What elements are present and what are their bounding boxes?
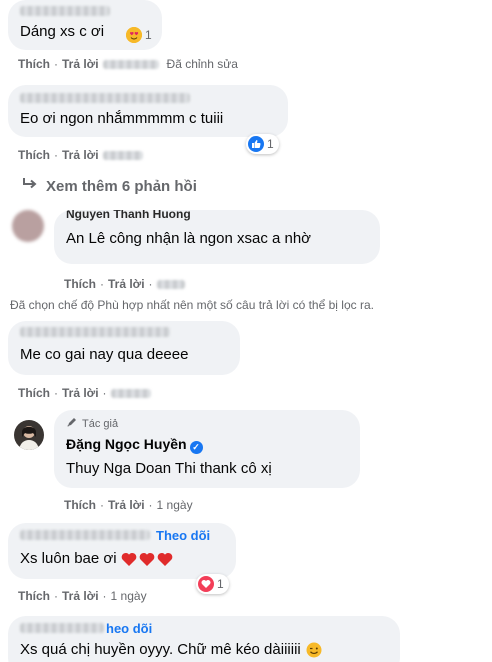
view-more-replies[interactable]: Xem thêm 6 phản hồi xyxy=(22,177,197,195)
reply-link[interactable]: Trả lời xyxy=(62,589,99,603)
reply-link[interactable]: Trả lời xyxy=(62,148,99,162)
like-link[interactable]: Thích xyxy=(18,386,50,400)
comment-actions: Thích · Trả lời xyxy=(18,148,143,162)
like-link[interactable]: Thích xyxy=(18,589,50,603)
comment-text: Thuy Nga Doan Thi thank cô xị xyxy=(66,459,272,477)
timestamp[interactable]: 1 ngày xyxy=(157,498,193,512)
comment-bubble: Theo dõi Xs luôn bae ơi xyxy=(8,523,236,579)
reaction-count: 1 xyxy=(267,137,274,151)
view-more-label: Xem thêm 6 phản hồi xyxy=(46,177,197,195)
reaction-count: 1 xyxy=(217,577,224,591)
edited-label: Đã chỉnh sửa xyxy=(166,57,238,71)
like-link[interactable]: Thích xyxy=(64,498,96,512)
commenter-name-blurred xyxy=(20,5,110,16)
tagged-user[interactable]: Nguyen Thanh Huong xyxy=(66,210,191,221)
comment-bubble: Eo ơi ngon nhắmmmmm c tuiii xyxy=(8,85,288,137)
commenter-name-blurred xyxy=(20,326,170,337)
author-name[interactable]: Đặng Ngọc Huyền xyxy=(66,436,187,452)
reaction-summary[interactable]: 1 xyxy=(196,574,229,594)
thumbs-up-icon xyxy=(248,136,264,152)
comment-text: Eo ơi ngon nhắmmmmm c tuiii xyxy=(20,110,224,127)
timestamp-blurred xyxy=(156,279,185,289)
like-link[interactable]: Thích xyxy=(64,277,96,291)
avatar[interactable] xyxy=(12,210,44,242)
comment-text: An Lê công nhận là ngon xsac a nhờ xyxy=(66,230,312,247)
like-link[interactable]: Thích xyxy=(18,148,50,162)
comment-text: Me co gai nay qua deeee xyxy=(20,346,189,363)
follow-button[interactable]: heo dõi xyxy=(106,621,152,636)
comment-bubble: Tác giả Đặng Ngọc Huyền ✓ Thuy Nga Doan T… xyxy=(54,410,360,488)
commenter-name-blurred xyxy=(20,623,104,633)
like-link[interactable]: Thích xyxy=(18,57,50,71)
author-avatar[interactable] xyxy=(14,420,44,450)
reply-link[interactable]: Trả lời xyxy=(108,277,145,291)
reaction-summary[interactable]: 1 xyxy=(246,134,279,154)
filter-notice: Đã chọn chế độ Phù hợp nhất nên một số c… xyxy=(10,298,374,312)
comment-actions: Thích · Trả lời · xyxy=(18,386,151,400)
heart-emoji-icon xyxy=(121,552,173,567)
timestamp-blurred xyxy=(102,59,159,69)
comment-text: Xs quá chị huyền oyyy. Chữ mê kéo dàiiii… xyxy=(20,640,388,660)
timestamp-blurred xyxy=(102,150,143,160)
reaction-summary[interactable]: 1 xyxy=(124,25,157,45)
comment-bubble: Me co gai nay qua deeee xyxy=(8,321,240,375)
reply-arrow-icon xyxy=(22,177,38,195)
commenter-name-blurred xyxy=(20,530,150,540)
timestamp-blurred xyxy=(110,388,151,398)
comment-actions: Thích · Trả lời · 1 ngày xyxy=(64,498,193,512)
timestamp[interactable]: 1 ngày xyxy=(111,589,147,603)
comment-actions: Thích · Trả lời · xyxy=(64,277,185,291)
comment-bubble: Nguyen Thanh Huong An Lê công nhận là ng… xyxy=(54,210,380,264)
love-icon xyxy=(198,576,214,592)
reply-link[interactable]: Trả lời xyxy=(108,498,145,512)
author-badge: Tác giả xyxy=(66,416,348,431)
reply-link[interactable]: Trả lời xyxy=(62,57,99,71)
reaction-count: 1 xyxy=(145,28,152,42)
verified-badge-icon: ✓ xyxy=(189,440,203,454)
commenter-name-blurred xyxy=(20,92,190,103)
wink-emoji-icon xyxy=(306,642,322,658)
comment-actions: Thích · Trả lời Đã chỉnh sửa xyxy=(18,57,238,71)
reply-link[interactable]: Trả lời xyxy=(62,386,99,400)
comment-tag-line: Nguyen Thanh Huong xyxy=(66,210,368,221)
pencil-icon xyxy=(66,416,78,431)
comment-text: Xs luôn bae ơi xyxy=(20,549,224,569)
comment-bubble: heo dõi Xs quá chị huyền oyyy. Chữ mê ké… xyxy=(8,616,400,662)
heart-eyes-icon xyxy=(126,27,142,43)
follow-button[interactable]: Theo dõi xyxy=(156,528,210,543)
comment-actions: Thích · Trả lời · 1 ngày xyxy=(18,589,147,603)
